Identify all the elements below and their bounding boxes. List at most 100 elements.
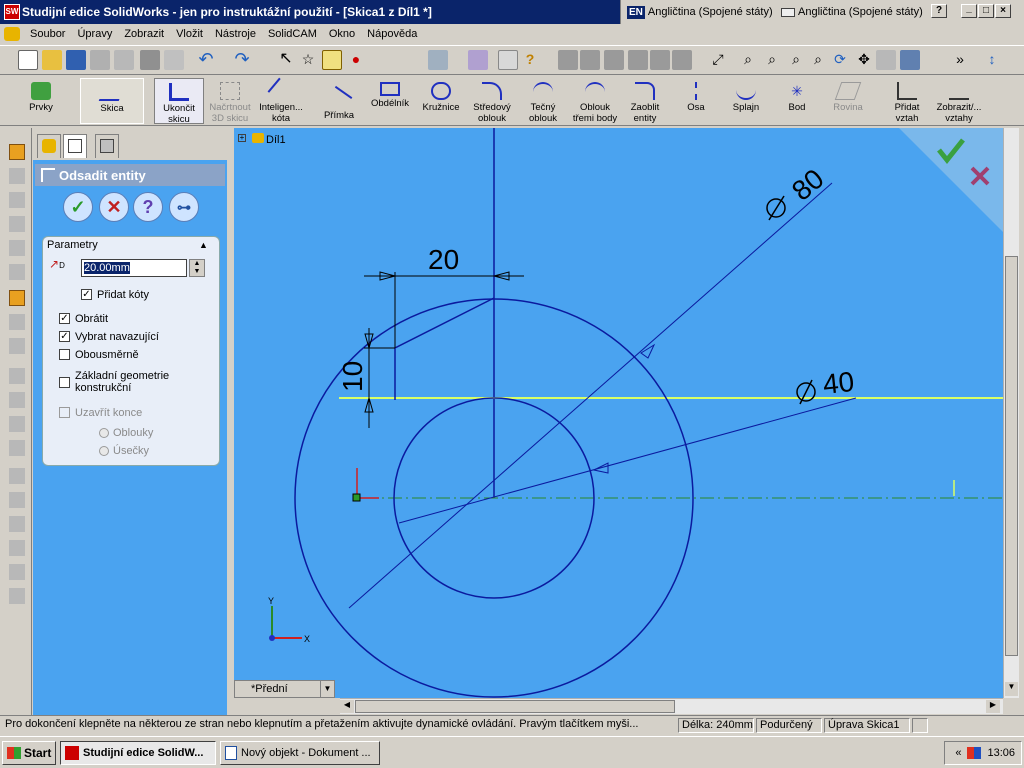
email-icon[interactable]	[114, 50, 134, 70]
print-icon[interactable]	[140, 50, 160, 70]
sketch-tab-button[interactable]: Skica	[80, 78, 144, 124]
dim-40-label[interactable]: 40	[821, 366, 855, 400]
zoom-selection-icon[interactable]: ⌕	[808, 50, 828, 70]
rotate-icon[interactable]: ⟳	[830, 50, 850, 70]
add-relation-button[interactable]: Přidat vztah	[884, 78, 930, 124]
layout4-icon[interactable]	[628, 50, 648, 70]
centerline-button[interactable]: Osa	[680, 78, 712, 124]
profile-polyline[interactable]	[394, 297, 495, 400]
print-setup-icon[interactable]	[90, 50, 110, 70]
dim-40-leader[interactable]	[398, 397, 857, 524]
dim-80-label[interactable]: 80	[786, 163, 830, 207]
split-icon[interactable]	[9, 564, 25, 580]
vertical-scrollbar[interactable]: ▼	[1003, 128, 1019, 698]
pushpin-button[interactable]: ⊶	[169, 192, 199, 222]
minimize-button[interactable]: _	[961, 4, 977, 18]
pan-icon[interactable]: ✥	[854, 50, 874, 70]
dim-10-label[interactable]: 10	[337, 361, 368, 392]
view-selector[interactable]: *Přední ▼	[234, 680, 335, 698]
app-menu-icon[interactable]	[4, 27, 20, 41]
rebuild-icon[interactable]: ●	[346, 50, 366, 70]
properties-icon[interactable]	[498, 50, 518, 70]
orientation-icon[interactable]: ⤢	[708, 50, 728, 70]
menu-edit[interactable]: Úpravy	[71, 26, 118, 42]
menu-window[interactable]: Okno	[323, 26, 361, 42]
sweep-icon[interactable]	[9, 216, 25, 232]
select-filter-icon[interactable]: ☆	[298, 50, 318, 70]
layout3-icon[interactable]	[604, 50, 624, 70]
print-preview-icon[interactable]	[164, 50, 184, 70]
circle-button[interactable]: Kružnice	[420, 78, 462, 124]
roll-view-icon[interactable]	[876, 50, 896, 70]
layout5-icon[interactable]	[650, 50, 670, 70]
fillet-tool-icon[interactable]	[9, 314, 25, 330]
start-button[interactable]: Start	[2, 741, 56, 765]
reverse-checkbox[interactable]: ✓	[59, 313, 70, 324]
graphics-area[interactable]: + Díl1 80 40 20 10 Y X	[234, 128, 1004, 698]
cancel-button[interactable]: ✕	[99, 192, 129, 222]
property-manager-tab[interactable]	[63, 134, 87, 158]
edit-sketch-icon[interactable]	[322, 50, 342, 70]
help-pm-button[interactable]: ?	[133, 192, 163, 222]
dim-80-leader[interactable]	[348, 182, 833, 609]
base-construction-checkbox[interactable]	[59, 377, 70, 388]
scroll-left-arrow-icon[interactable]: ◀	[340, 700, 354, 713]
offset-distance-input[interactable]: 20.00mm	[81, 259, 187, 277]
tangent-arc-button[interactable]: Tečný oblouk	[522, 78, 564, 124]
rectangle-button[interactable]: Obdélník	[366, 78, 414, 124]
shell-icon[interactable]	[9, 368, 25, 384]
draft-icon[interactable]	[9, 416, 25, 432]
zoom-area-icon[interactable]: ⌕	[762, 50, 782, 70]
macro-icon[interactable]	[468, 50, 488, 70]
fillet-button[interactable]: Zaoblit entity	[624, 78, 666, 124]
options-icon[interactable]	[428, 50, 448, 70]
feature-manager-tab[interactable]	[37, 134, 61, 158]
cut-icon[interactable]	[9, 264, 25, 280]
select-chain-checkbox[interactable]: ✓	[59, 331, 70, 342]
save-icon[interactable]	[66, 50, 86, 70]
scroll-right-arrow-icon[interactable]: ▶	[986, 700, 1000, 713]
hole-icon[interactable]	[9, 440, 25, 456]
features-tab-button[interactable]: Prvky	[18, 78, 64, 124]
taskbar-item-document[interactable]: Nový objekt - Dokument ...	[220, 741, 380, 765]
help-icon[interactable]: ?	[520, 50, 540, 70]
select-arrow-icon[interactable]: ↖	[276, 50, 296, 70]
spline-button[interactable]: Splajn	[726, 78, 766, 124]
ok-button[interactable]: ✓	[63, 192, 93, 222]
menu-view[interactable]: Zobrazit	[118, 26, 170, 42]
bidirectional-checkbox[interactable]	[59, 349, 70, 360]
center-arc-button[interactable]: Středový oblouk	[468, 78, 516, 124]
scroll-down-arrow-icon[interactable]: ▼	[1005, 682, 1018, 696]
undo-icon[interactable]: ↶	[196, 50, 216, 70]
point-button[interactable]: ✳ Bod	[780, 78, 814, 124]
taskbar-item-solidworks[interactable]: Studijní edice SolidW...	[60, 741, 216, 765]
dome-icon[interactable]	[9, 516, 25, 532]
extrude-icon[interactable]	[9, 168, 25, 184]
menu-help[interactable]: Nápověda	[361, 26, 423, 42]
close-button[interactable]: ×	[995, 4, 1011, 18]
mirror-icon[interactable]	[9, 492, 25, 508]
menu-solidcam[interactable]: SolidCAM	[262, 26, 323, 42]
dim-20-label[interactable]: 20	[428, 244, 459, 275]
sketch-tools-icon[interactable]	[9, 290, 25, 306]
zoom-in-out-icon[interactable]: ⌕	[786, 50, 806, 70]
three-point-arc-button[interactable]: Oblouk třemi body	[570, 78, 620, 124]
cap-ends-checkbox[interactable]	[59, 407, 70, 418]
tray-expand-icon[interactable]: «	[955, 747, 961, 759]
pattern-icon[interactable]	[9, 468, 25, 484]
help-button[interactable]: ?	[931, 4, 947, 18]
maximize-button[interactable]: □	[978, 4, 994, 18]
redo-icon[interactable]: ↷	[232, 50, 252, 70]
revolve-icon[interactable]	[9, 192, 25, 208]
exit-sketch-button[interactable]: Ukončit skicu	[154, 78, 204, 125]
sketch-origin-icon[interactable]	[352, 468, 379, 502]
loft-icon[interactable]	[9, 240, 25, 256]
sketch-3d-button[interactable]: Načrtnout 3D skicu	[206, 78, 254, 124]
layout2-icon[interactable]	[580, 50, 600, 70]
arcs-radio[interactable]	[99, 428, 109, 438]
toolbar-more-icon[interactable]: »	[950, 50, 970, 70]
chamfer-icon[interactable]	[9, 338, 25, 354]
offset-spinner[interactable]: ▲ ▼	[189, 259, 205, 277]
normal-to-icon[interactable]: ↕	[982, 50, 1002, 70]
view-orientation-icon[interactable]	[900, 50, 920, 70]
